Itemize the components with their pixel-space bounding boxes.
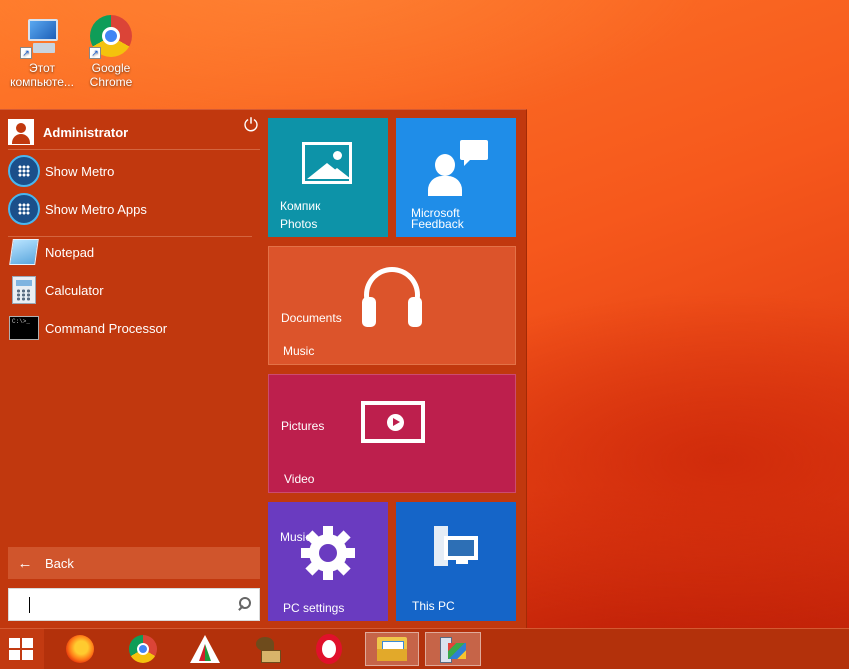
search-input[interactable] — [27, 595, 227, 615]
user-icon — [8, 119, 34, 145]
pc-icon — [438, 635, 468, 663]
desktop-icon-this-pc[interactable]: ↗ Этот компьюте... — [7, 15, 77, 89]
metro-icon — [8, 155, 40, 187]
tile-top-text: Pictures — [281, 419, 325, 433]
chrome-icon — [129, 635, 157, 663]
menu-item-label: Command Processor — [45, 320, 168, 336]
text-caret — [29, 597, 30, 613]
command-prompt-icon-text: C:\>_ — [12, 318, 31, 325]
command-prompt-icon: C:\>_ — [9, 316, 39, 340]
taskbar-gramophone[interactable] — [246, 632, 288, 666]
photos-icon — [302, 142, 352, 184]
taskbar-file-explorer[interactable] — [365, 632, 419, 666]
menu-item-calculator[interactable]: Calculator — [8, 273, 260, 307]
computer-icon — [434, 526, 482, 570]
video-icon — [361, 401, 425, 443]
feedback-icon — [426, 140, 488, 198]
start-button[interactable] — [0, 629, 44, 669]
menu-item-show-metro-apps[interactable]: Show Metro Apps — [8, 192, 260, 226]
tile-pc-settings[interactable]: Music PC settings — [268, 502, 388, 621]
tile-music[interactable]: Documents Music — [268, 246, 516, 365]
power-icon[interactable]: ⏻ — [241, 115, 261, 135]
tile-label: PC settings — [283, 601, 345, 615]
tile-label: Photos — [280, 217, 318, 231]
gramophone-icon — [253, 635, 281, 663]
menu-item-show-metro[interactable]: Show Metro — [8, 154, 260, 188]
headphones-icon — [362, 267, 422, 331]
start-menu: Administrator ⏻ Show Metro Show Metro Ap… — [0, 109, 527, 628]
taskbar-firefox[interactable] — [59, 632, 101, 666]
back-button[interactable]: ← Back — [8, 547, 260, 579]
calculator-icon — [12, 276, 36, 304]
menu-item-label: Show Metro Apps — [45, 201, 147, 217]
menu-item-command-processor[interactable]: C:\>_ Command Processor — [8, 311, 260, 345]
taskbar — [0, 628, 849, 669]
red-green-triangle-icon — [190, 635, 220, 663]
desktop-icon-label: Google Chrome — [89, 61, 133, 89]
menu-item-label: Calculator — [45, 282, 104, 298]
taskbar-opera[interactable] — [308, 632, 350, 666]
metro-icon — [8, 193, 40, 225]
tile-this-pc[interactable]: This PC — [396, 502, 516, 621]
menu-item-notepad[interactable]: Notepad — [8, 235, 260, 269]
shortcut-arrow-icon: ↗ — [89, 47, 101, 59]
firefox-icon — [66, 635, 94, 663]
menu-item-label: Show Metro — [45, 163, 115, 179]
desktop-icon-chrome[interactable]: ↗ Google Chrome — [76, 15, 146, 89]
tile-label: This PC — [412, 599, 455, 613]
notepad-icon — [9, 239, 39, 265]
tile-label: Music — [283, 344, 315, 358]
search-box[interactable] — [8, 588, 260, 621]
tile-label-line2: Feedback — [411, 217, 464, 231]
tile-label: Video — [284, 472, 315, 486]
user-account[interactable]: Administrator — [8, 116, 260, 148]
shortcut-arrow-icon: ↗ — [20, 47, 32, 59]
tile-photos[interactable]: Компик Photos — [268, 118, 388, 237]
tile-video[interactable]: Pictures Video — [268, 374, 516, 493]
chrome-icon: ↗ — [89, 15, 133, 59]
computer-icon: ↗ — [20, 15, 64, 59]
tile-top-text: Компик — [280, 199, 321, 213]
tile-microsoft-feedback[interactable]: Microsoft Feedback — [396, 118, 516, 237]
tile-top-text: Music — [280, 530, 312, 544]
desktop-icon-label: Этот компьюте... — [10, 61, 74, 89]
back-arrow-icon: ← — [17, 554, 33, 572]
tile-top-text: Documents — [281, 311, 342, 325]
back-label: Back — [45, 555, 74, 571]
menu-item-label: Notepad — [45, 244, 95, 260]
search-icon[interactable] — [237, 597, 251, 611]
start-menu-left-pane: Administrator ⏻ Show Metro Show Metro Ap… — [0, 110, 265, 628]
user-name: Administrator — [43, 124, 129, 140]
opera-icon — [316, 634, 342, 664]
divider — [8, 149, 260, 150]
taskbar-system-app[interactable] — [425, 632, 481, 666]
taskbar-chrome[interactable] — [122, 632, 164, 666]
taskbar-app-triangle[interactable] — [184, 632, 226, 666]
folder-icon — [377, 637, 407, 661]
windows-logo-icon — [9, 638, 33, 660]
